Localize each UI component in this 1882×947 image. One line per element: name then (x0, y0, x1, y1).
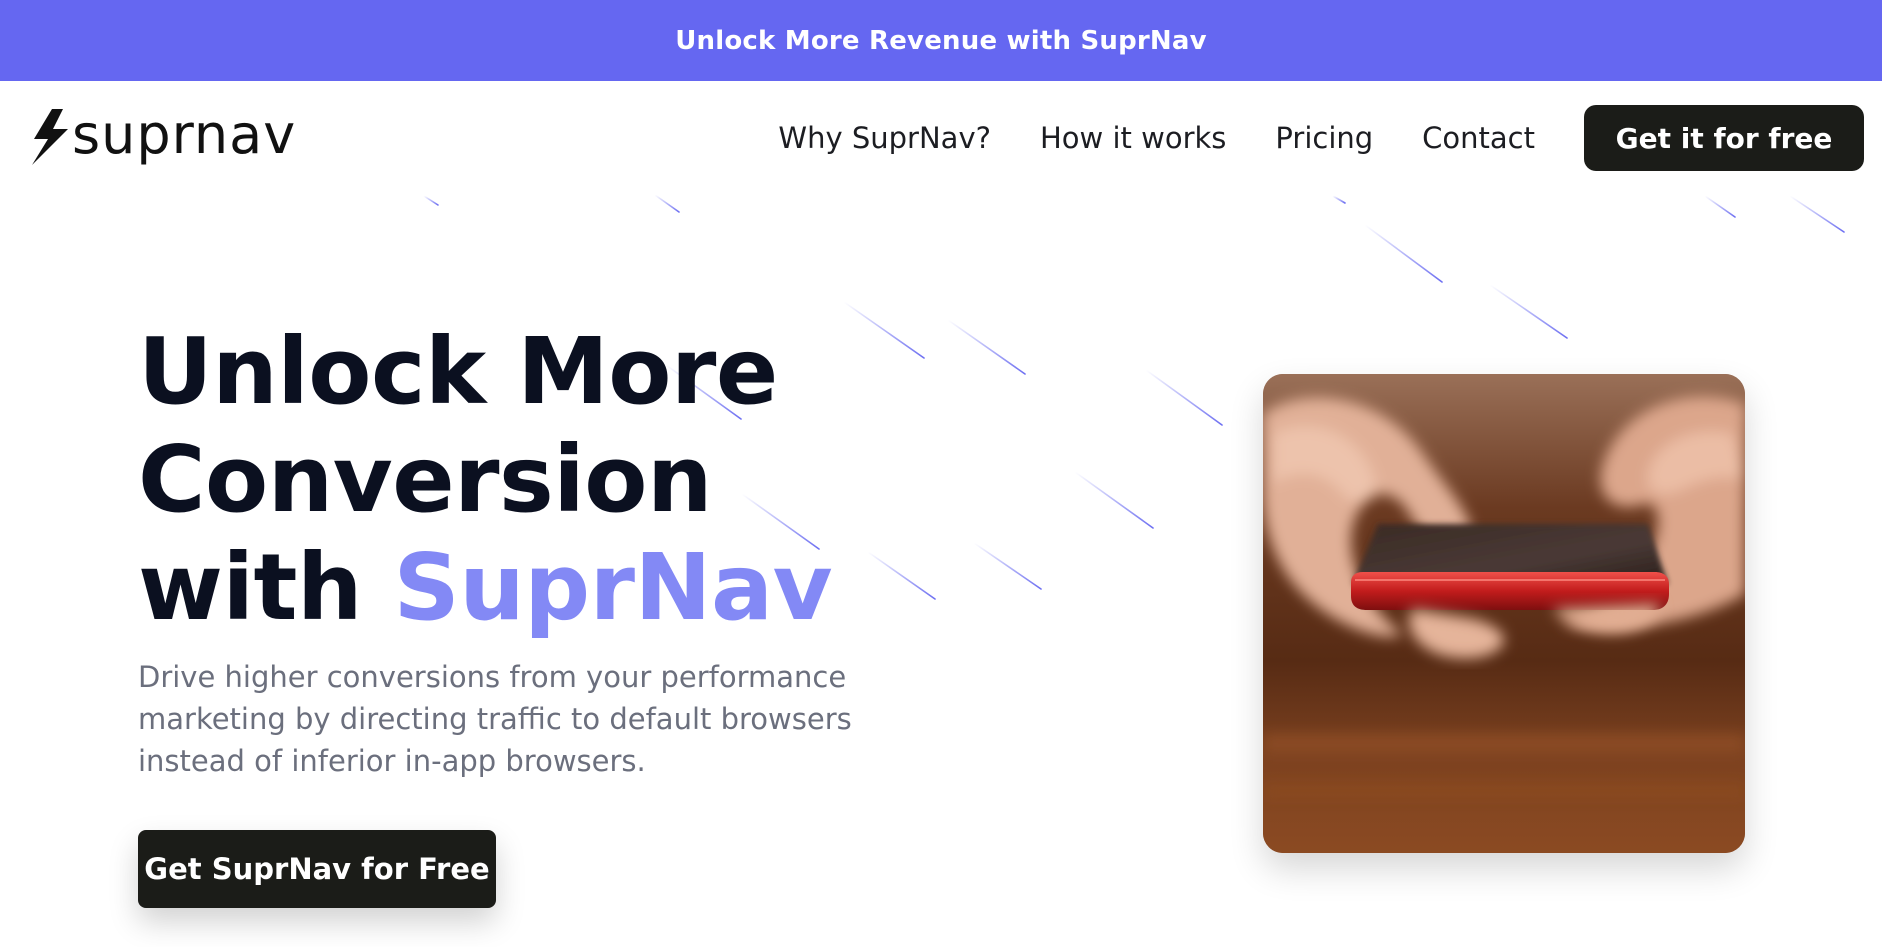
main-nav: Why SuprNav? How it works Pricing Contac… (778, 105, 1864, 171)
nav-pricing[interactable]: Pricing (1275, 121, 1373, 155)
get-suprnav-for-free-button[interactable]: Get SuprNav for Free (138, 830, 496, 908)
phone-photo-illustration (1263, 374, 1745, 853)
nav-contact[interactable]: Contact (1422, 121, 1535, 155)
hero-subtitle: Drive higher conversions from your perfo… (138, 660, 852, 778)
hero-title-accent: SuprNav (393, 534, 833, 641)
announcement-bar[interactable]: Unlock More Revenue with SuprNav (0, 0, 1882, 81)
hero-title-line-1: Unlock More (138, 318, 778, 425)
lightning-bolt-icon (32, 109, 68, 165)
nav-how-it-works[interactable]: How it works (1040, 121, 1226, 155)
get-it-for-free-button[interactable]: Get it for free (1584, 105, 1864, 171)
announcement-text[interactable]: Unlock More Revenue with SuprNav (675, 26, 1207, 56)
hero-title-line-3: with SuprNav (138, 534, 833, 642)
logo-text: suprnav (72, 103, 297, 166)
hero-title: Unlock More Conversion with SuprNav (138, 318, 833, 642)
hero-title-line-2: Conversion (138, 426, 712, 533)
site-header: suprnav Why SuprNav? How it works Pricin… (0, 81, 1882, 197)
phone-in-hands-photo (1263, 374, 1745, 853)
hero-title-prefix: with (138, 534, 394, 641)
logo[interactable]: suprnav (30, 107, 296, 167)
nav-why-suprnav[interactable]: Why SuprNav? (778, 121, 991, 155)
